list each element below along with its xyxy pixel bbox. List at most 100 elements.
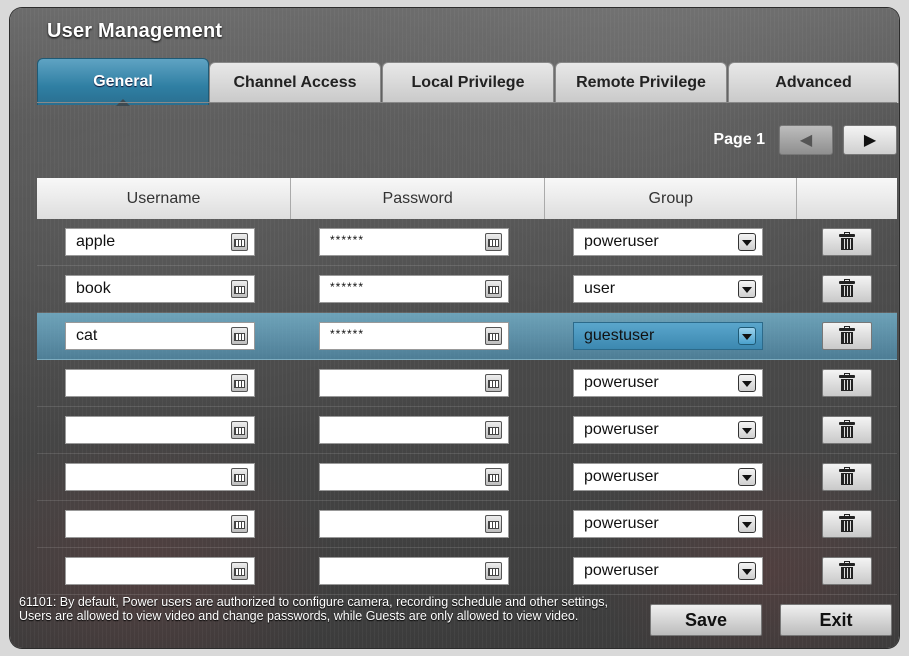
table-row[interactable]: poweruser [37,548,897,595]
dropdown-arrow-icon[interactable] [738,374,756,392]
table-row[interactable]: book ****** user [37,266,897,313]
username-field[interactable]: book [65,275,255,303]
dropdown-arrow-icon[interactable] [738,468,756,486]
next-page-button[interactable]: ▶ [843,125,897,155]
keyboard-icon[interactable] [231,374,248,392]
tab-bar: General Channel Access Local Privilege R… [37,58,899,106]
group-select[interactable]: user [573,275,763,303]
delete-user-button[interactable] [822,510,872,538]
username-field[interactable]: apple [65,228,255,256]
group-cell: user [545,266,797,312]
trash-icon [839,514,855,532]
group-select[interactable]: poweruser [573,463,763,491]
save-button[interactable]: Save [650,604,762,636]
delete-user-button[interactable] [822,228,872,256]
header-actions [797,178,897,219]
previous-page-button[interactable]: ◀ [779,125,833,155]
delete-cell [797,219,897,265]
help-note: 61101: By default, Power users are autho… [19,595,609,623]
keyboard-icon[interactable] [231,327,248,345]
dropdown-arrow-icon[interactable] [738,421,756,439]
trash-icon [839,467,855,485]
keyboard-icon[interactable] [231,468,248,486]
group-value: poweruser [584,562,659,579]
keyboard-icon[interactable] [231,562,248,580]
password-field[interactable] [319,557,509,585]
keyboard-icon[interactable] [485,468,502,486]
keyboard-icon[interactable] [485,421,502,439]
password-value: ****** [330,280,365,294]
password-field[interactable]: ****** [319,322,509,350]
dropdown-arrow-icon[interactable] [738,280,756,298]
exit-button[interactable]: Exit [780,604,892,636]
delete-user-button[interactable] [822,463,872,491]
group-cell: poweruser [545,454,797,500]
username-field[interactable] [65,510,255,538]
trash-icon [839,420,855,438]
password-cell: ****** [291,266,545,312]
username-cell: apple [37,219,291,265]
password-value [330,381,508,385]
table-row[interactable]: poweruser [37,360,897,407]
tab-channel-access[interactable]: Channel Access [209,62,381,103]
password-value [330,428,508,432]
password-value [330,569,508,573]
keyboard-icon[interactable] [485,327,502,345]
keyboard-icon[interactable] [231,233,248,251]
trash-icon [839,561,855,579]
table-row[interactable]: apple ****** poweruser [37,219,897,266]
group-select[interactable]: poweruser [573,228,763,256]
delete-cell [797,313,897,359]
username-field[interactable] [65,369,255,397]
keyboard-icon[interactable] [485,233,502,251]
delete-user-button[interactable] [822,557,872,585]
group-value: poweruser [584,374,659,391]
delete-cell [797,454,897,500]
password-field[interactable] [319,463,509,491]
dropdown-arrow-icon[interactable] [738,515,756,533]
dropdown-arrow-icon[interactable] [738,562,756,580]
keyboard-icon[interactable] [231,280,248,298]
table-row[interactable]: poweruser [37,454,897,501]
username-field[interactable] [65,557,255,585]
delete-user-button[interactable] [822,322,872,350]
delete-user-button[interactable] [822,275,872,303]
password-field[interactable] [319,510,509,538]
group-select[interactable]: poweruser [573,369,763,397]
password-cell [291,501,545,547]
username-field[interactable]: cat [65,322,255,350]
group-select[interactable]: poweruser [573,557,763,585]
password-value: ****** [330,327,365,341]
delete-cell [797,501,897,547]
tab-label: Channel Access [233,74,357,91]
keyboard-icon[interactable] [231,421,248,439]
table-row[interactable]: poweruser [37,501,897,548]
password-field[interactable]: ****** [319,228,509,256]
group-select[interactable]: guestuser [573,322,763,350]
username-cell: book [37,266,291,312]
table-row[interactable]: poweruser [37,407,897,454]
tab-remote-privilege[interactable]: Remote Privilege [555,62,727,103]
dropdown-arrow-icon[interactable] [738,327,756,345]
group-select[interactable]: poweruser [573,510,763,538]
username-value: cat [76,327,98,344]
group-select[interactable]: poweruser [573,416,763,444]
username-field[interactable] [65,463,255,491]
tab-label: Remote Privilege [576,74,706,91]
keyboard-icon[interactable] [485,515,502,533]
tab-general[interactable]: General [37,58,209,106]
tab-advanced[interactable]: Advanced [728,62,899,103]
keyboard-icon[interactable] [485,374,502,392]
password-field[interactable] [319,369,509,397]
password-field[interactable] [319,416,509,444]
keyboard-icon[interactable] [485,562,502,580]
table-row[interactable]: cat ****** guestuser [37,313,897,360]
delete-user-button[interactable] [822,416,872,444]
delete-user-button[interactable] [822,369,872,397]
tab-local-privilege[interactable]: Local Privilege [382,62,554,103]
keyboard-icon[interactable] [231,515,248,533]
keyboard-icon[interactable] [485,280,502,298]
username-field[interactable] [65,416,255,444]
dropdown-arrow-icon[interactable] [738,233,756,251]
password-field[interactable]: ****** [319,275,509,303]
